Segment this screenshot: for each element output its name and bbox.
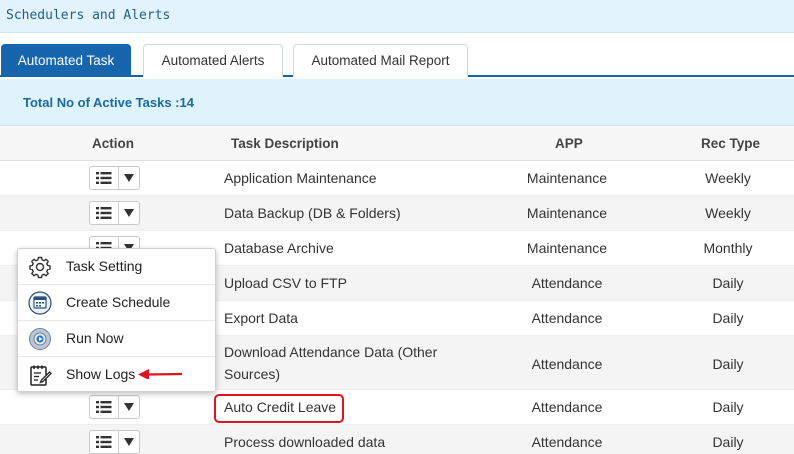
- list-icon: [90, 431, 119, 453]
- task-rec-type: Daily: [712, 356, 744, 372]
- logs-notepad-icon: [28, 363, 52, 387]
- active-tasks-count: Total No of Active Tasks :14: [23, 95, 194, 110]
- task-description: Data Backup (DB & Folders): [224, 205, 401, 221]
- list-icon: [90, 396, 119, 418]
- menu-item-label: Run Now: [66, 330, 124, 346]
- table-row: Process downloaded data Attendance Daily: [0, 425, 794, 454]
- task-app: Maintenance: [526, 205, 608, 221]
- task-description: Application Maintenance: [224, 170, 377, 186]
- task-description: Export Data: [224, 310, 298, 326]
- gear-icon: [28, 255, 52, 279]
- menu-item-create-schedule[interactable]: Create Schedule: [18, 285, 215, 321]
- row-action-dropdown[interactable]: [89, 395, 140, 419]
- menu-item-show-logs[interactable]: Show Logs: [18, 357, 215, 393]
- table-row: Data Backup (DB & Folders) Maintenance W…: [0, 196, 794, 231]
- task-description: Process downloaded data: [224, 434, 386, 450]
- row-action-dropdown[interactable]: [89, 201, 140, 225]
- window-title: Schedulers and Alerts: [6, 8, 171, 23]
- task-rec-type: Daily: [712, 399, 744, 415]
- task-rec-type: Daily: [712, 434, 744, 450]
- task-app: Attendance: [531, 356, 603, 372]
- task-app: Attendance: [531, 275, 603, 291]
- tab-automated-alerts[interactable]: Automated Alerts: [143, 44, 283, 77]
- title-bar: Schedulers and Alerts: [0, 0, 794, 33]
- action-dropdown-menu: Task Setting Create Schedule Run Now Sho…: [17, 248, 216, 392]
- table-row: Application Maintenance Maintenance Week…: [0, 161, 794, 196]
- tab-bar: Automated Task Automated Alerts Automate…: [0, 33, 794, 77]
- menu-item-label: Show Logs: [66, 366, 136, 382]
- run-gear-icon: [28, 327, 52, 351]
- task-description: Auto Credit Leave: [224, 399, 337, 415]
- menu-item-run-now[interactable]: Run Now: [18, 321, 215, 357]
- header-app: APP: [555, 136, 583, 151]
- row-action-dropdown[interactable]: [89, 430, 140, 454]
- active-tasks-summary: Total No of Active Tasks :14: [0, 79, 794, 126]
- task-rec-type: Monthly: [703, 240, 753, 256]
- tab-automated-mail-report[interactable]: Automated Mail Report: [293, 44, 468, 77]
- annotation-arrow-icon: [138, 369, 183, 379]
- caret-down-icon: [119, 431, 139, 453]
- header-rec-type: Rec Type: [701, 136, 761, 151]
- menu-item-task-setting[interactable]: Task Setting: [18, 249, 215, 285]
- list-icon: [90, 202, 119, 224]
- task-app: Attendance: [531, 434, 603, 450]
- table-row: Auto Credit Leave Attendance Daily: [0, 390, 794, 425]
- task-rec-type: Weekly: [705, 205, 751, 221]
- task-rec-type: Daily: [712, 310, 744, 326]
- task-rec-type: Weekly: [705, 170, 751, 186]
- caret-down-icon: [119, 167, 139, 189]
- tab-automated-task[interactable]: Automated Task: [1, 44, 131, 77]
- header-action: Action: [92, 136, 134, 151]
- task-app: Maintenance: [526, 170, 608, 186]
- list-icon: [90, 167, 119, 189]
- caret-down-icon: [119, 396, 139, 418]
- task-app: Attendance: [531, 399, 603, 415]
- task-app: Attendance: [531, 310, 603, 326]
- calendar-clock-icon: [28, 291, 52, 315]
- caret-down-icon: [119, 202, 139, 224]
- task-description: Database Archive: [224, 240, 334, 256]
- menu-item-label: Task Setting: [66, 258, 143, 274]
- task-app: Maintenance: [526, 240, 608, 256]
- task-description: Upload CSV to FTP: [224, 275, 347, 291]
- menu-item-label: Create Schedule: [66, 294, 171, 310]
- task-description: Download Attendance Data (Other Sources): [224, 344, 438, 382]
- table-header: Action Task Description APP Rec Type: [0, 126, 794, 161]
- task-rec-type: Daily: [712, 275, 744, 291]
- row-action-dropdown[interactable]: [89, 166, 140, 190]
- header-task-description: Task Description: [231, 136, 339, 151]
